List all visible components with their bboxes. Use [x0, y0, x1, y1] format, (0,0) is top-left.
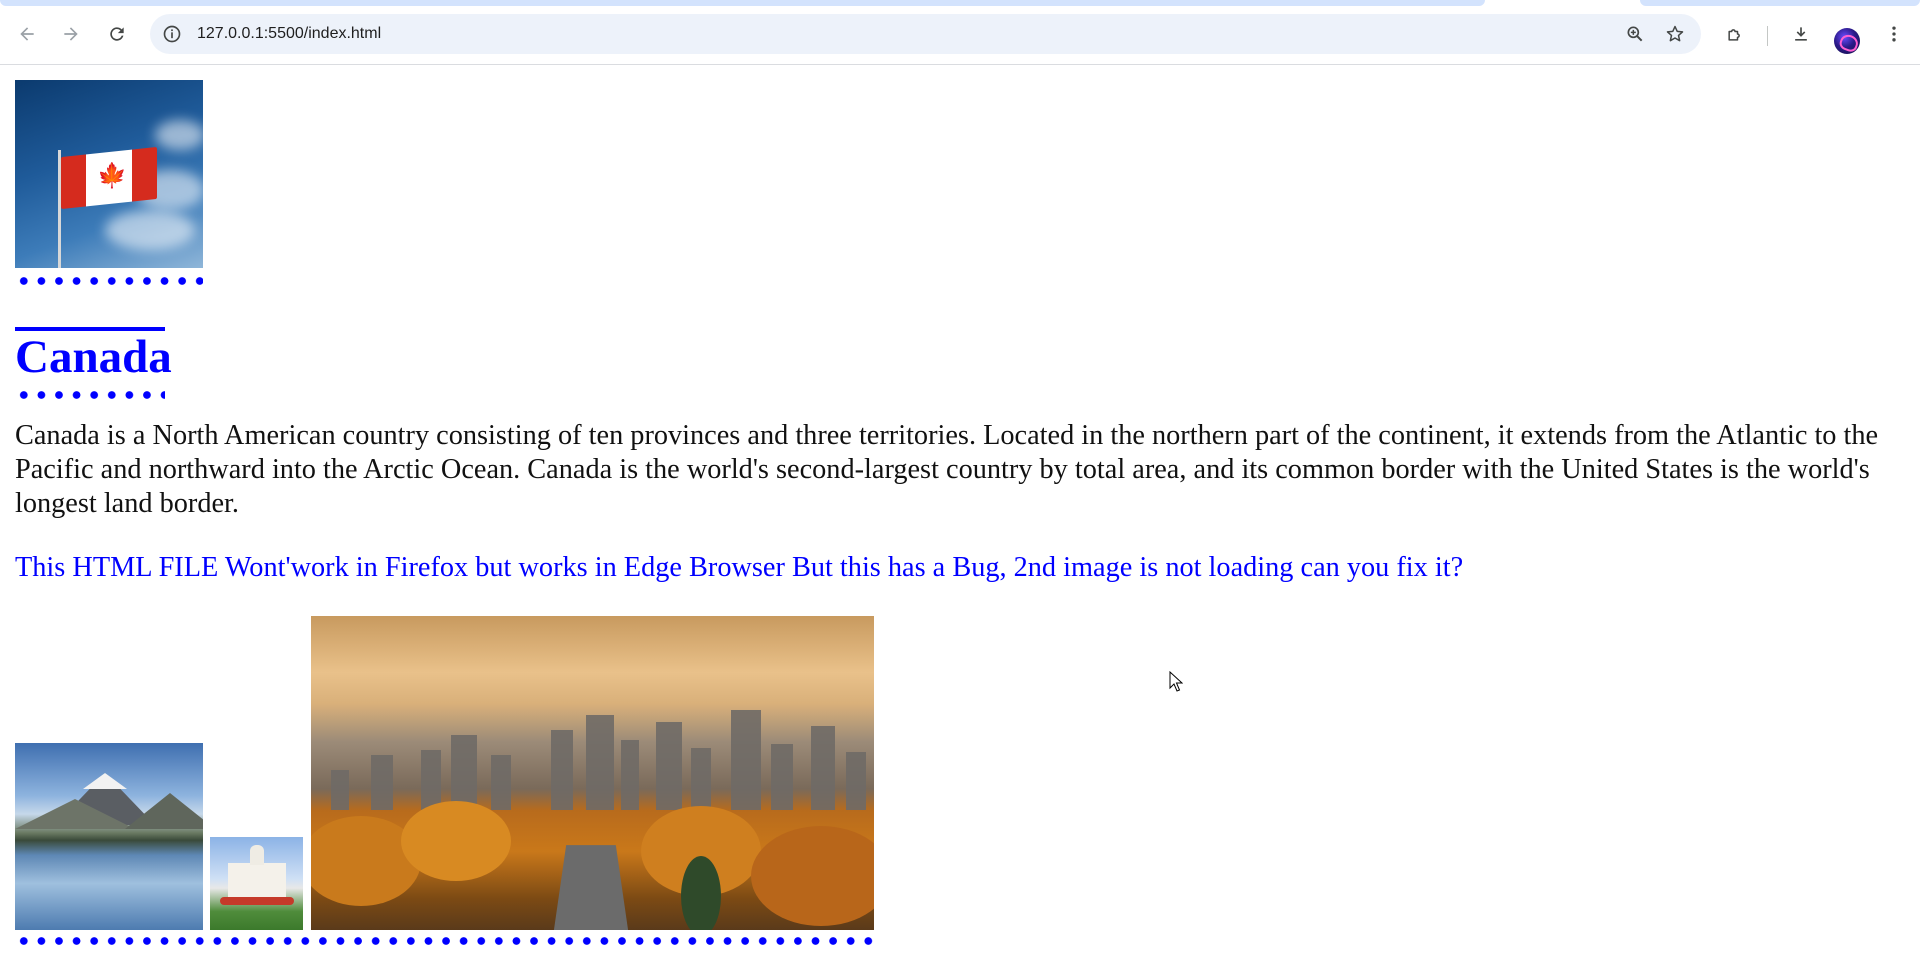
- zoom-icon[interactable]: [1625, 24, 1645, 44]
- page-content: 🍁 Canada Canada is a North American coun…: [0, 65, 1920, 977]
- extensions-button[interactable]: [1717, 16, 1753, 52]
- toolbar-separator: [1767, 26, 1768, 46]
- url-text[interactable]: 127.0.0.1:5500/index.html: [197, 24, 381, 44]
- download-icon: [1795, 27, 1807, 41]
- bookmark-star-icon[interactable]: [1665, 24, 1685, 44]
- browser-toolbar: 127.0.0.1:5500/index.html: [0, 6, 1920, 65]
- gallery-dotted-border: [15, 937, 875, 945]
- address-bar[interactable]: 127.0.0.1:5500/index.html: [150, 14, 1701, 54]
- white-palace-image: [210, 837, 303, 930]
- extensions-icon: [1728, 29, 1740, 41]
- site-info-icon[interactable]: [162, 24, 182, 44]
- mouse-cursor-icon: [1169, 671, 1183, 692]
- reload-button[interactable]: [99, 16, 135, 52]
- dotted-border: [15, 277, 203, 285]
- mountain-lake-image: [15, 743, 203, 930]
- forward-icon: [64, 27, 78, 41]
- more-menu-icon: [1892, 26, 1896, 42]
- back-button[interactable]: [9, 16, 45, 52]
- intro-paragraph: Canada is a North American country consi…: [15, 420, 1879, 519]
- title-dotted-border: [15, 391, 165, 399]
- canadian-flag-image: 🍁: [15, 80, 203, 268]
- forward-button[interactable]: [53, 16, 89, 52]
- downloads-button[interactable]: [1783, 16, 1819, 52]
- reload-icon: [110, 27, 124, 41]
- back-icon: [20, 27, 34, 41]
- profile-avatar[interactable]: [1834, 28, 1860, 54]
- bug-note: This HTML FILE Wont'work in Firefox but …: [15, 552, 1464, 583]
- page-title: Canada: [15, 331, 172, 383]
- more-menu-button[interactable]: [1876, 16, 1912, 52]
- autumn-city-skyline-image: [311, 616, 874, 930]
